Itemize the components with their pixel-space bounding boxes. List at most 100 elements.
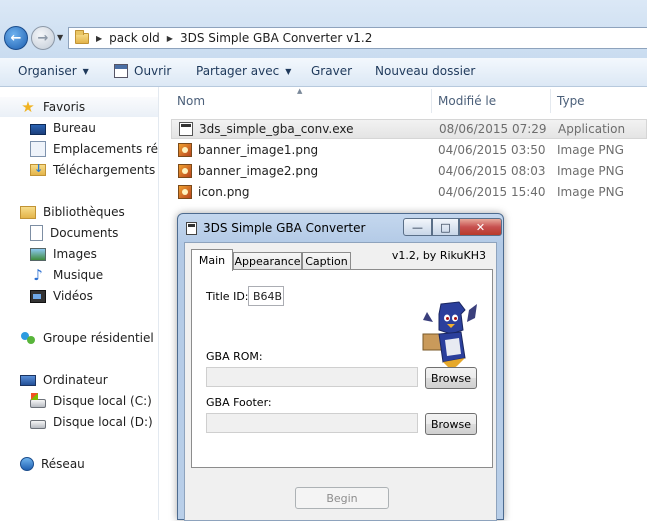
nav-label: Disque local (D:) <box>53 415 153 429</box>
open-label: Ouvrir <box>134 64 172 78</box>
breadcrumb-current-folder[interactable]: 3DS Simple GBA Converter v1.2 <box>180 31 372 45</box>
tab-label: Main <box>198 254 226 267</box>
title-id-value: B64B <box>253 289 283 303</box>
file-type: Application <box>558 122 626 136</box>
minimize-button[interactable]: — <box>403 218 432 236</box>
file-name-text: icon.png <box>198 185 250 199</box>
browse-footer-button[interactable]: Browse <box>425 413 477 435</box>
breadcrumb-pack-old[interactable]: pack old <box>109 31 160 45</box>
file-row-icon[interactable]: icon.png 04/06/2015 15:40 Image PNG <box>171 182 647 202</box>
close-button[interactable]: ✕ <box>459 218 502 236</box>
burn-label: Graver <box>311 64 353 78</box>
homegroup-icon <box>20 330 36 346</box>
button-label: Browse <box>430 371 472 385</box>
file-row-exe[interactable]: 3ds_simple_gba_conv.exe 08/06/2015 07:29… <box>171 119 647 139</box>
burn-button[interactable]: Graver <box>311 64 352 78</box>
tab-label: Caption <box>305 255 348 268</box>
nav-documents[interactable]: Documents <box>30 223 118 243</box>
tab-appearance[interactable]: Appearance <box>233 252 302 270</box>
tab-caption[interactable]: Caption <box>302 252 351 270</box>
share-button[interactable]: Partager avec ▼ <box>196 64 291 78</box>
nav-label: Téléchargements <box>53 163 156 177</box>
nav-favorites[interactable]: ★ Favoris <box>0 97 158 117</box>
back-button[interactable]: ← <box>4 26 28 50</box>
dialog-title: 3DS Simple GBA Converter <box>203 221 366 235</box>
recent-pages-dropdown[interactable]: ▼ <box>57 33 63 42</box>
file-date: 04/06/2015 03:50 <box>438 143 546 157</box>
app-icon <box>186 222 197 235</box>
title-id-input[interactable]: B64B <box>248 286 284 306</box>
nav-downloads[interactable]: Téléchargements <box>30 160 155 180</box>
arrow-right-icon: → <box>37 30 49 46</box>
column-header-name[interactable]: Nom <box>177 91 205 111</box>
column-label: Modifié le <box>438 94 497 108</box>
gba-footer-input[interactable] <box>206 413 418 433</box>
chevron-right-icon[interactable]: ▶ <box>96 34 102 43</box>
column-divider[interactable] <box>550 89 551 113</box>
column-divider[interactable] <box>431 89 432 113</box>
pictures-icon <box>30 247 46 261</box>
file-type: Image PNG <box>557 143 624 157</box>
forward-button[interactable]: → <box>31 26 55 50</box>
column-label: Type <box>557 94 585 108</box>
maximize-button[interactable]: □ <box>432 218 459 236</box>
nav-desktop[interactable]: Bureau <box>30 118 96 138</box>
nav-label: Images <box>53 247 97 261</box>
column-header-modified[interactable]: Modifié le <box>438 91 496 111</box>
file-type: Image PNG <box>557 164 624 178</box>
share-label: Partager avec <box>196 64 280 78</box>
nav-homegroup[interactable]: Groupe résidentiel <box>20 328 154 348</box>
libraries-icon <box>20 205 36 219</box>
chevron-down-icon: ▼ <box>82 66 89 76</box>
file-name: banner_image1.png <box>178 143 318 157</box>
nav-images[interactable]: Images <box>30 244 97 264</box>
address-field[interactable]: ▶ pack old ▶ 3DS Simple GBA Converter v1… <box>68 27 647 49</box>
nav-label: Musique <box>53 268 104 282</box>
nav-music[interactable]: ♪ Musique <box>30 265 103 285</box>
nav-label: Bureau <box>53 121 96 135</box>
new-folder-label: Nouveau dossier <box>375 64 476 78</box>
application-icon <box>114 64 128 78</box>
nav-disk-d[interactable]: Disque local (D:) <box>30 412 153 432</box>
nav-label: Réseau <box>41 457 85 471</box>
nav-recent-places[interactable]: Emplacements récen <box>30 139 159 159</box>
file-row-banner1[interactable]: banner_image1.png 04/06/2015 03:50 Image… <box>171 140 647 160</box>
navigation-pane: ★ Favoris Bureau Emplacements récen Télé… <box>0 87 159 520</box>
dialog-titlebar[interactable]: 3DS Simple GBA Converter — □ ✕ <box>178 214 503 242</box>
chevron-right-icon[interactable]: ▶ <box>167 34 173 43</box>
file-type: Image PNG <box>557 185 624 199</box>
file-name: icon.png <box>178 185 250 199</box>
nav-label: Emplacements récen <box>53 142 159 156</box>
converter-dialog: 3DS Simple GBA Converter — □ ✕ v1.2, by … <box>177 213 504 521</box>
file-row-banner2[interactable]: banner_image2.png 04/06/2015 08:03 Image… <box>171 161 647 181</box>
file-name-text: 3ds_simple_gba_conv.exe <box>199 122 354 136</box>
recent-places-icon <box>30 141 46 157</box>
nav-videos[interactable]: Vidéos <box>30 286 93 306</box>
prinny-mascot-image <box>422 301 477 370</box>
title-id-label: Title ID: <box>206 290 249 303</box>
gba-rom-input[interactable] <box>206 367 418 387</box>
nav-disk-c[interactable]: Disque local (C:) <box>30 391 152 411</box>
downloads-folder-icon <box>30 162 46 176</box>
nav-libraries[interactable]: Bibliothèques <box>20 202 125 222</box>
new-folder-button[interactable]: Nouveau dossier <box>375 64 475 78</box>
chevron-down-icon: ▼ <box>285 66 292 76</box>
open-button[interactable]: Ouvrir <box>114 64 171 78</box>
organize-button[interactable]: Organiser ▼ <box>18 64 89 78</box>
browse-rom-button[interactable]: Browse <box>425 367 477 389</box>
column-header-type[interactable]: Type <box>557 91 585 111</box>
nav-label: Disque local (C:) <box>53 394 152 408</box>
dialog-client-area: v1.2, by RikuKH3 Main Appearance Caption… <box>184 242 497 521</box>
column-label: Nom <box>177 94 206 108</box>
nav-computer[interactable]: Ordinateur <box>20 370 108 390</box>
file-name-text: banner_image2.png <box>198 164 319 178</box>
address-bar-area: ← → ▼ ▶ pack old ▶ 3DS Simple GBA Conver… <box>0 0 647 58</box>
begin-button[interactable]: Begin <box>295 487 389 509</box>
system-drive-icon <box>30 392 46 408</box>
tab-main[interactable]: Main <box>191 249 233 271</box>
nav-network[interactable]: Réseau <box>20 454 85 474</box>
file-date: 04/06/2015 08:03 <box>438 164 546 178</box>
nav-label: Documents <box>50 226 119 240</box>
png-image-icon <box>178 143 192 157</box>
nav-label: Vidéos <box>53 289 93 303</box>
